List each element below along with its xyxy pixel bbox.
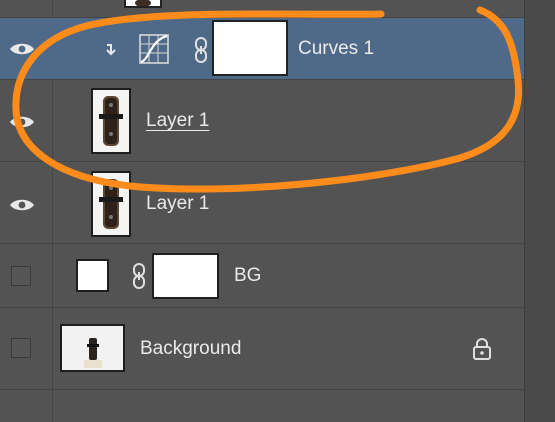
layer-thumbnail [76, 259, 109, 292]
layer-name[interactable]: BG [234, 265, 261, 287]
layer-row-layer1-bottom[interactable]: Layer 1 [0, 162, 524, 244]
layer-row-offscreen[interactable] [0, 0, 524, 18]
link-chain-icon[interactable] [131, 262, 147, 295]
eye-icon[interactable] [9, 41, 35, 57]
eye-icon[interactable] [9, 114, 35, 130]
lock-icon[interactable] [471, 337, 493, 366]
eye-icon[interactable] [9, 197, 35, 213]
layer-thumbnail [124, 0, 162, 8]
panel-scrollbar[interactable] [524, 0, 555, 422]
layer-name[interactable]: Layer 1 [146, 110, 209, 132]
clip-arrow-icon [104, 42, 118, 63]
layer-name[interactable]: Background [140, 338, 241, 360]
layer-name[interactable]: Curves 1 [298, 38, 374, 60]
curves-adjustment-icon [139, 34, 169, 69]
link-chain-icon[interactable] [193, 36, 209, 69]
layer-name[interactable]: Layer 1 [146, 193, 209, 215]
layer-row-background[interactable]: Background [0, 308, 524, 390]
layer-mask-thumbnail[interactable] [212, 20, 288, 76]
layer-thumbnail [91, 171, 131, 237]
layer-thumbnail [91, 88, 131, 154]
layer-row-bg[interactable]: BG [0, 244, 524, 308]
layer-mask-thumbnail[interactable] [152, 253, 219, 299]
layer-thumbnail [60, 324, 125, 372]
layer-row-layer1-top[interactable]: Layer 1 [0, 80, 524, 162]
layer-row-curves[interactable]: Curves 1 [0, 18, 524, 80]
visibility-toggle[interactable] [11, 266, 31, 286]
layers-panel: Curves 1 Layer 1 Layer 1 BG Background [0, 0, 524, 422]
visibility-toggle[interactable] [11, 338, 31, 358]
